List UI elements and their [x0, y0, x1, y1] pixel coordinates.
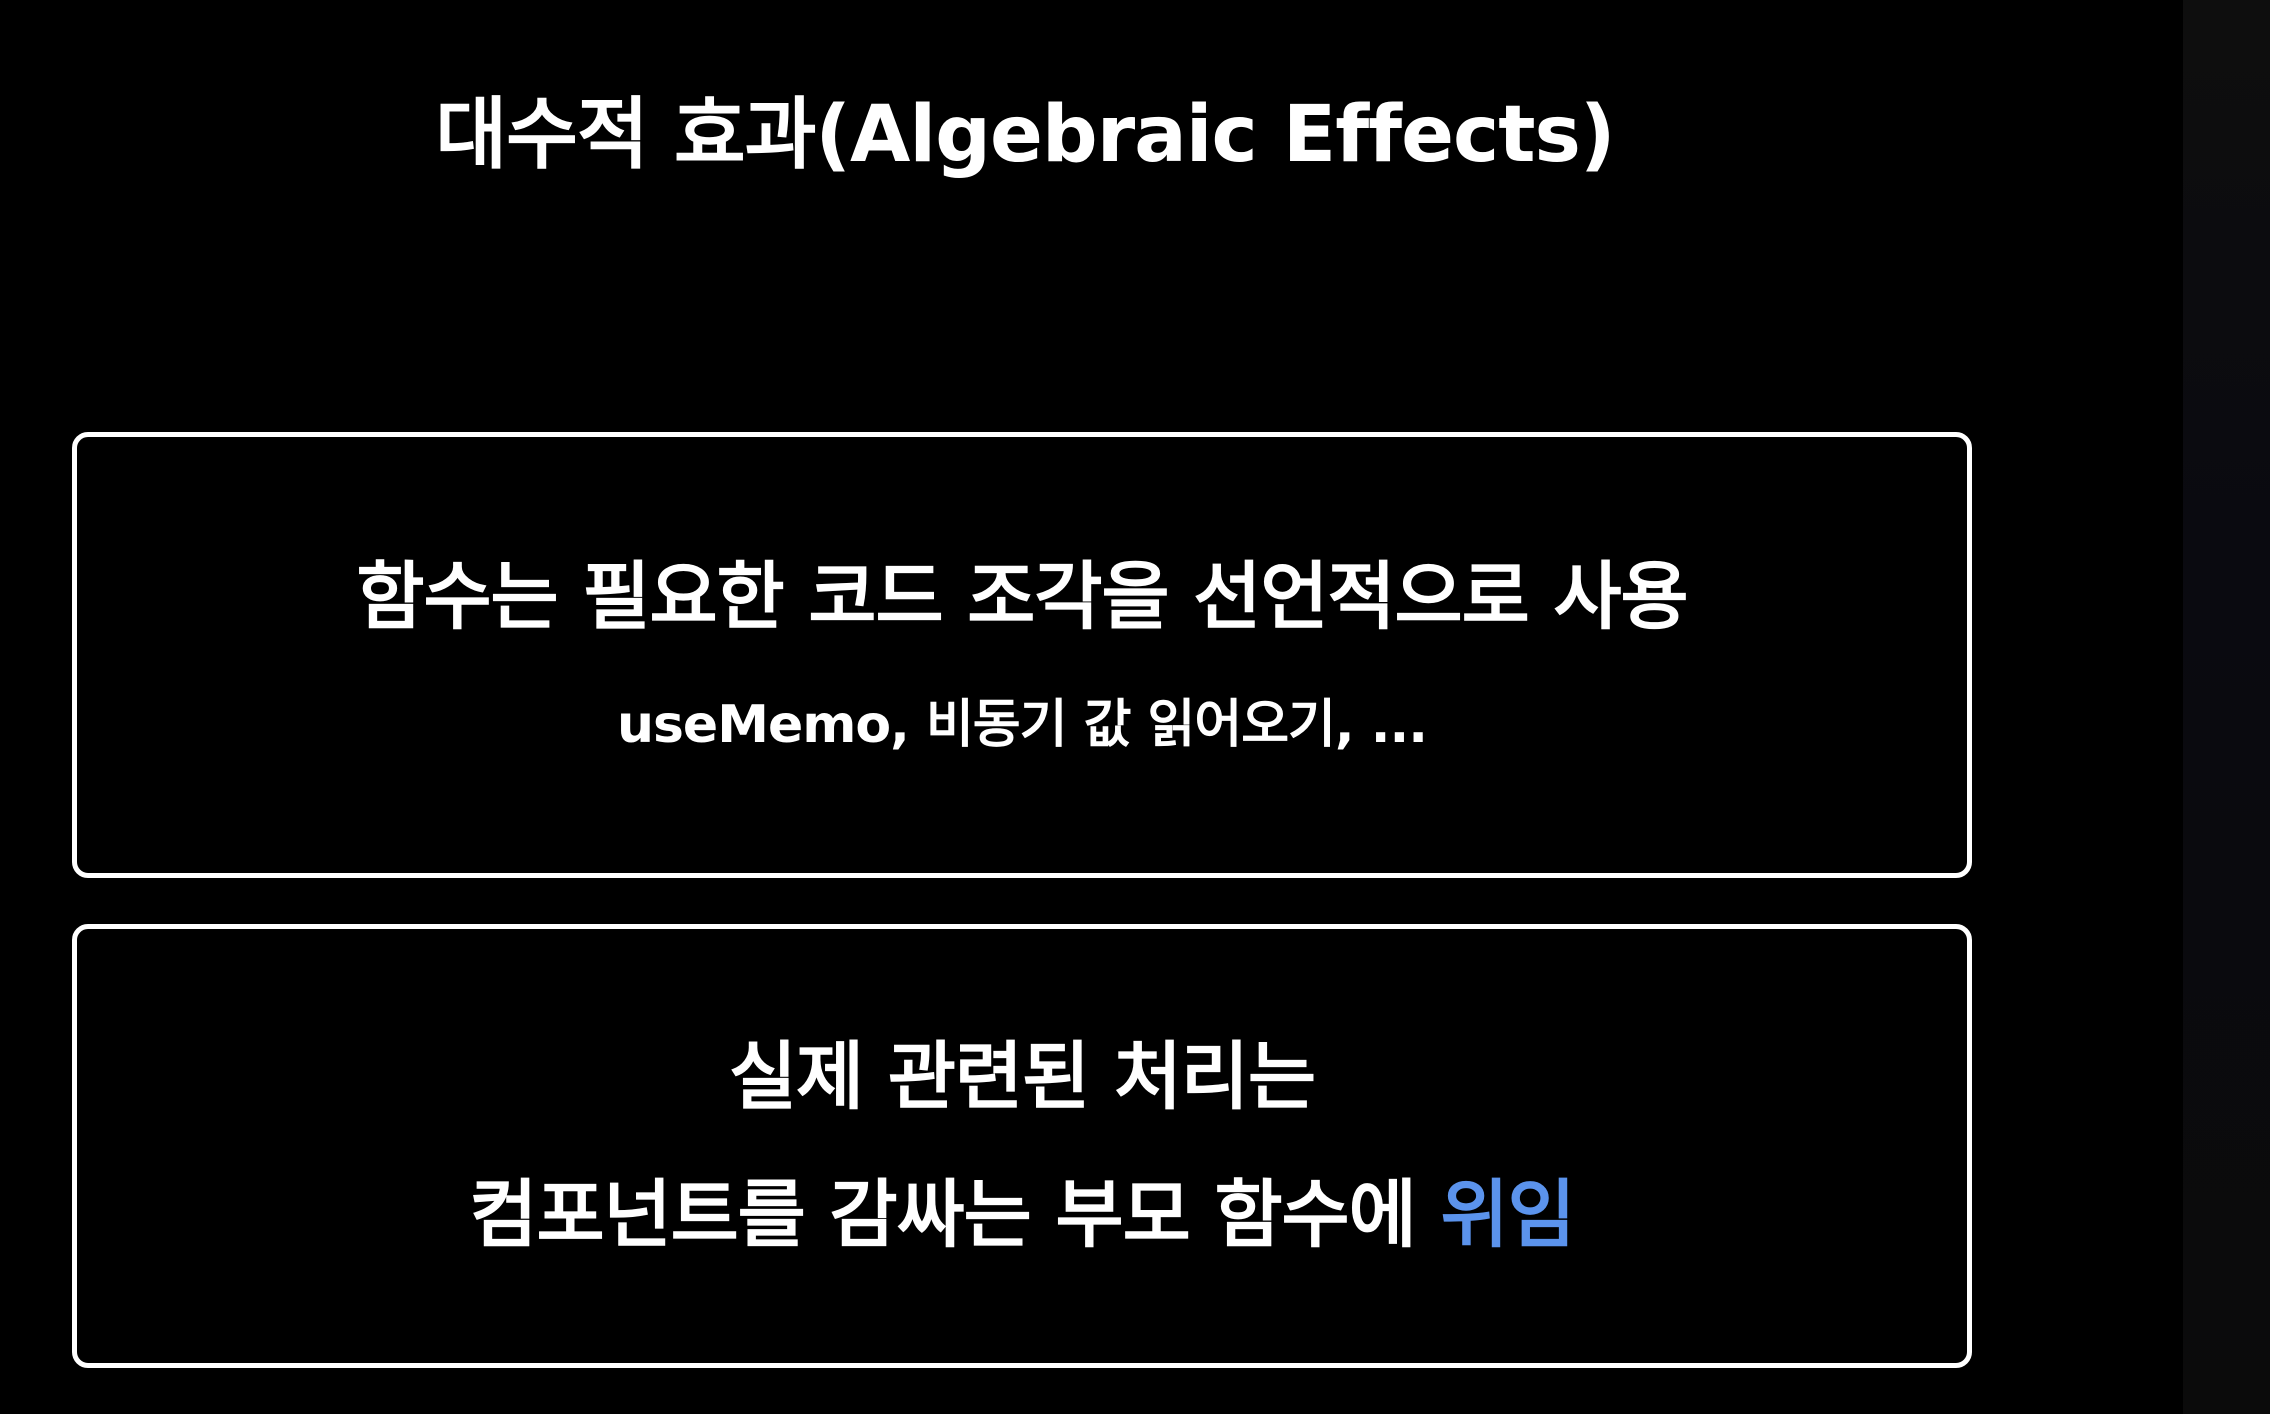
box-main-text: 함수는 필요한 코드 조각을 선언적으로 사용	[356, 554, 1688, 641]
side-panel	[2183, 0, 2270, 1414]
box-sub-text: useMemo, 비동기 값 읽어오기, ...	[616, 694, 1428, 755]
concept-box-declarative: 함수는 필요한 코드 조각을 선언적으로 사용 useMemo, 비동기 값 읽…	[72, 432, 1972, 878]
box-line-2: 컴포넌트를 감싸는 부모 함수에 위임	[469, 1146, 1575, 1284]
concept-box-delegation: 실제 관련된 처리는 컴포넌트를 감싸는 부모 함수에 위임	[72, 924, 1972, 1368]
slide: 대수적 효과(Algebraic Effects) 함수는 필요한 코드 조각을…	[0, 0, 2183, 1414]
box-line-1: 실제 관련된 처리는	[728, 1034, 1316, 1120]
slide-title: 대수적 효과(Algebraic Effects)	[435, 90, 1615, 180]
highlight-text: 위임	[1440, 1172, 1575, 1258]
box-line-2-text: 컴포넌트를 감싸는 부모 함수에	[469, 1172, 1441, 1258]
